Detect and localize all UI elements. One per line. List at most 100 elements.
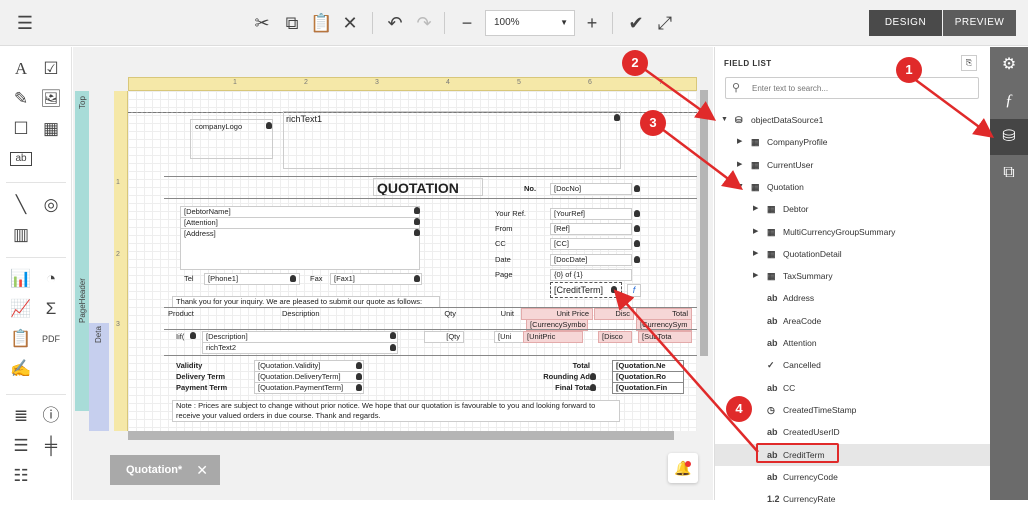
paste-icon[interactable]: 📋: [310, 12, 332, 34]
crossband-box-tool-icon[interactable]: ☷: [10, 465, 32, 487]
validate-icon[interactable]: ✔: [625, 12, 647, 34]
field-node-attention[interactable]: ab Attention: [715, 332, 991, 354]
info-label[interactable]: Date: [491, 254, 537, 266]
field-node-address[interactable]: ab Address: [715, 287, 991, 309]
field-node-taxsummary[interactable]: ▶ ▦ TaxSummary: [715, 265, 991, 287]
picture-tool-icon[interactable]: 🖼: [40, 88, 62, 110]
payment-term-label[interactable]: Payment Term: [172, 382, 242, 394]
design-button[interactable]: DESIGN: [869, 10, 942, 36]
subreport-tool-icon[interactable]: 📋: [10, 328, 32, 350]
field-node-createduserid[interactable]: ab CreatedUserID: [715, 421, 991, 443]
field-list-icon[interactable]: ⛁: [990, 119, 1028, 155]
panel-tool-icon[interactable]: ☐: [10, 118, 32, 140]
detail-disc[interactable]: [Disco: [598, 331, 632, 343]
settings-icon[interactable]: ⚙: [990, 47, 1028, 83]
field-node-multicurrencygroupsummary[interactable]: ▶ ▦ MultiCurrencyGroupSummary: [715, 221, 991, 243]
preview-button[interactable]: PREVIEW: [943, 10, 1016, 36]
quotation-title[interactable]: QUOTATION: [373, 178, 483, 196]
delete-icon[interactable]: ✕: [339, 12, 361, 34]
info-value[interactable]: [DocDate]: [550, 254, 632, 266]
company-logo-field[interactable]: companyLogo: [190, 119, 273, 159]
note-text[interactable]: Note : Prices are subject to change with…: [172, 400, 620, 422]
fullscreen-icon[interactable]: ⤢: [654, 12, 676, 34]
richtext2-field[interactable]: richText2: [202, 342, 398, 354]
pageinfo-tool-icon[interactable]: ⓘ: [40, 405, 62, 427]
band-top[interactable]: Top: [75, 91, 89, 113]
info-value[interactable]: [YourRef]: [550, 208, 632, 220]
richtext1-field[interactable]: richText1: [283, 111, 621, 169]
chevron-down-icon[interactable]: ▼: [721, 109, 728, 131]
info-value[interactable]: [CC]: [550, 238, 632, 250]
chevron-right-icon[interactable]: ▶: [753, 265, 758, 287]
pagebreak-tool-icon[interactable]: ☰: [10, 435, 32, 457]
field-node-createdtimestamp[interactable]: ◷ CreatedTimeStamp: [715, 399, 991, 421]
crossband-tool-icon[interactable]: ╪: [40, 435, 62, 457]
zoom-select[interactable]: 100% ▼: [485, 10, 575, 36]
phone-field[interactable]: [Phone1]: [204, 273, 300, 285]
shape-tool-icon[interactable]: ◎: [40, 194, 62, 216]
sparkline-tool-icon[interactable]: 📈: [10, 298, 32, 320]
fax-label[interactable]: Fax: [306, 273, 324, 285]
info-value[interactable]: [Ref]: [550, 223, 632, 235]
info-label[interactable]: Your Ref.: [491, 208, 537, 220]
field-node-currentuser[interactable]: ▶ ▦ CurrentUser: [715, 154, 991, 176]
checkbox-tool-icon[interactable]: ☑: [40, 58, 62, 80]
field-node-areacode[interactable]: ab AreaCode: [715, 310, 991, 332]
field-node-cancelled[interactable]: ✓ Cancelled: [715, 354, 991, 376]
chart-tool-icon[interactable]: 📊: [10, 268, 32, 290]
chevron-right-icon[interactable]: ▶: [753, 198, 758, 220]
col-header-disc[interactable]: Disc: [594, 308, 634, 320]
band-detail[interactable]: Deta: [89, 323, 109, 431]
toc-tool-icon[interactable]: ≣: [10, 405, 32, 427]
detail-subtotal[interactable]: [SubTota: [638, 331, 692, 343]
search-input[interactable]: [752, 81, 972, 96]
copy-icon[interactable]: ⧉: [281, 12, 303, 34]
close-icon[interactable]: ✕: [196, 455, 208, 485]
table-tool-icon[interactable]: ▦: [40, 118, 62, 140]
field-node-cc[interactable]: ab CC: [715, 377, 991, 399]
chevron-right-icon[interactable]: ▶: [753, 243, 758, 265]
zoom-in-icon[interactable]: +: [581, 12, 603, 34]
detail-unit[interactable]: [Uni: [494, 331, 524, 343]
zoom-out-icon[interactable]: −: [456, 12, 478, 34]
field-search[interactable]: ⚲: [725, 77, 979, 99]
charcomb-tool-icon[interactable]: ab: [10, 152, 32, 166]
line-tool-icon[interactable]: ╲: [10, 194, 32, 216]
report-page[interactable]: companyLogo richText1 QUOTATION No. [Doc…: [128, 91, 697, 431]
richtext-tool-icon[interactable]: ✎: [10, 88, 32, 110]
final-total-field[interactable]: [Quotation.Fin: [612, 382, 684, 394]
info-label[interactable]: From: [491, 223, 537, 235]
field-node-companyprofile[interactable]: ▶ ▦ CompanyProfile: [715, 131, 991, 153]
field-node-debtor[interactable]: ▶ ▦ Debtor: [715, 198, 991, 220]
chevron-right-icon[interactable]: ▶: [737, 131, 742, 153]
detail-unit-price[interactable]: [UnitPric: [523, 331, 583, 343]
signature-tool-icon[interactable]: ✍: [10, 358, 32, 380]
docno-field[interactable]: [DocNo]: [550, 183, 632, 195]
col-header-unit[interactable]: Unit: [478, 308, 518, 320]
payment-term-field[interactable]: [Quotation.PaymentTerm]: [254, 382, 364, 394]
address-field[interactable]: [Address]: [180, 228, 420, 270]
no-label[interactable]: No.: [520, 183, 540, 195]
band-page-header[interactable]: PageHeader: [75, 113, 89, 411]
summary-tool-icon[interactable]: Σ: [40, 298, 62, 320]
col-header-qty[interactable]: Qty: [424, 308, 460, 320]
chevron-right-icon[interactable]: ▶: [753, 221, 758, 243]
undo-icon[interactable]: ↶: [384, 12, 406, 34]
document-tab[interactable]: Quotation* ✕: [110, 455, 220, 485]
function-icon[interactable]: f: [627, 284, 641, 297]
col-header-description[interactable]: Description: [278, 308, 338, 320]
expressions-icon[interactable]: ƒ: [990, 83, 1028, 119]
field-node-objectdatasource1[interactable]: ▼ ⛁ objectDataSource1: [715, 109, 991, 131]
gauge-tool-icon[interactable]: ◔: [40, 268, 62, 290]
redo-icon[interactable]: ↷: [413, 12, 435, 34]
barcode-tool-icon[interactable]: ▥: [10, 224, 32, 246]
detail-qty[interactable]: [Qty: [424, 331, 464, 343]
detail-product[interactable]: Iif(: [172, 331, 192, 343]
info-label[interactable]: Page: [491, 269, 537, 281]
horizontal-scrollbar[interactable]: [128, 431, 674, 440]
col-header-product[interactable]: Product: [164, 308, 198, 320]
final-total-label[interactable]: Final Tota: [530, 382, 594, 394]
menu-icon[interactable]: ☰: [14, 12, 36, 34]
tel-label[interactable]: Tel: [180, 273, 196, 285]
notification-bell-icon[interactable]: 🔔: [668, 453, 698, 483]
